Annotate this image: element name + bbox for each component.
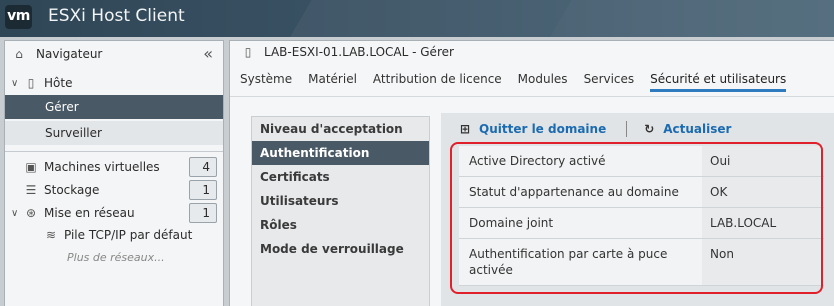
nav-item-label: Pile TCP/IP par défaut: [64, 228, 193, 242]
table-row: Active Directory activé Oui: [459, 146, 824, 177]
nav-item-storage[interactable]: ☰ Stockage 1: [5, 178, 223, 202]
nav-item-label: Stockage: [44, 183, 100, 197]
domain-tree-icon: ⊞: [459, 122, 471, 136]
menu-item-users[interactable]: Utilisateurs: [252, 189, 429, 213]
table-row: Statut d'appartenance au domaine OK: [459, 177, 824, 208]
nav-item-label: Gérer: [45, 100, 79, 114]
vm-icon: ▣: [25, 160, 37, 174]
nav-item-manage[interactable]: Gérer: [5, 95, 223, 119]
menu-item-lockdown-mode[interactable]: Mode de verrouillage: [252, 237, 429, 261]
authentication-content: ⊞ Quitter le domaine ↻ Actualiser Active…: [441, 113, 834, 306]
nav-item-vms[interactable]: ▣ Machines virtuelles 4: [5, 155, 223, 179]
page-title-text: LAB-ESXI-01.LAB.LOCAL - Gérer: [264, 45, 454, 59]
app-title: ESXi Host Client: [48, 6, 185, 26]
leave-domain-button[interactable]: ⊞ Quitter le domaine: [457, 122, 606, 136]
divider: [5, 151, 223, 152]
tab-underline: [230, 96, 834, 97]
tab-security-users[interactable]: Sécurité et utilisateurs: [650, 70, 787, 92]
property-value: Non: [702, 239, 824, 285]
menu-item-roles[interactable]: Rôles: [252, 213, 429, 237]
nav-host[interactable]: ∨ ▯ Hôte: [5, 71, 223, 95]
property-value: LAB.LOCAL: [702, 208, 824, 238]
count-badge: 4: [189, 157, 217, 177]
count-badge: 1: [189, 180, 217, 200]
count-badge: 1: [189, 203, 217, 223]
menu-item-acceptance-level[interactable]: Niveau d'acceptation: [252, 117, 429, 141]
more-networks-link[interactable]: Plus de réseaux...: [5, 245, 223, 269]
nav-item-label: Mise en réseau: [44, 206, 135, 220]
navigator-title: Navigateur: [36, 47, 103, 61]
network-globe-icon: ⊛: [25, 206, 37, 220]
tab-system[interactable]: Système: [240, 70, 292, 92]
host-icon: ▯: [27, 76, 35, 90]
navigator-panel: ⌂ Navigateur « ∨ ▯ Hôte Gérer Surveiller…: [4, 40, 224, 306]
table-row: Domaine joint LAB.LOCAL: [459, 208, 824, 239]
tab-hardware[interactable]: Matériel: [308, 70, 357, 92]
nav-item-networking[interactable]: ∨ ⊛ Mise en réseau 1: [5, 201, 223, 225]
tab-services[interactable]: Services: [584, 70, 635, 92]
nav-item-label: Surveiller: [45, 126, 102, 140]
main-panel: ▯ LAB-ESXI-01.LAB.LOCAL - Gérer Système …: [229, 40, 834, 306]
nav-item-tcpip-stack[interactable]: ≋ Pile TCP/IP par défaut: [5, 223, 223, 247]
header-decoration: [276, 0, 584, 37]
refresh-button[interactable]: ↻ Actualiser: [641, 122, 731, 136]
chevron-down-icon[interactable]: ∨: [11, 208, 23, 219]
toolbar-separator: [626, 121, 628, 137]
more-networks-label: Plus de réseaux...: [67, 250, 165, 264]
tab-bar: Système Matériel Attribution de licence …: [240, 70, 802, 94]
tab-licensing[interactable]: Attribution de licence: [373, 70, 502, 92]
toolbar: ⊞ Quitter le domaine ↻ Actualiser: [457, 119, 731, 139]
property-key: Domaine joint: [459, 208, 702, 238]
nav-item-monitor[interactable]: Surveiller: [5, 121, 223, 145]
property-value: OK: [702, 177, 824, 207]
menu-item-certificates[interactable]: Certificats: [252, 165, 429, 189]
property-value: Oui: [702, 146, 824, 176]
table-row: Authentification par carte à puce activé…: [459, 239, 824, 286]
property-key: Authentification par carte à puce activé…: [459, 239, 702, 285]
chevron-down-icon[interactable]: ∨: [11, 78, 23, 89]
auth-properties-table: Active Directory activé Oui Statut d'app…: [459, 146, 824, 286]
refresh-icon: ↻: [644, 122, 655, 136]
leave-domain-label: Quitter le domaine: [479, 122, 607, 136]
host-icon: ▯: [244, 45, 252, 59]
property-key: Active Directory activé: [459, 146, 702, 176]
layers-icon: ≋: [45, 228, 57, 242]
property-key: Statut d'appartenance au domaine: [459, 177, 702, 207]
header-decoration: [536, 0, 834, 37]
home-icon: ⌂: [15, 47, 23, 61]
collapse-navigator-icon[interactable]: «: [203, 44, 213, 63]
refresh-label: Actualiser: [663, 122, 732, 136]
database-icon: ☰: [25, 183, 37, 197]
vm-logo[interactable]: vm: [5, 5, 32, 29]
top-bar: vm ESXi Host Client: [0, 0, 834, 37]
navigator-header: ⌂ Navigateur: [5, 41, 223, 67]
security-menu: Niveau d'acceptation Authentification Ce…: [251, 116, 430, 306]
nav-item-label: Machines virtuelles: [44, 160, 160, 174]
nav-host-label: Hôte: [44, 76, 73, 90]
menu-item-authentication[interactable]: Authentification: [252, 141, 429, 165]
tab-packages[interactable]: Modules: [518, 70, 568, 92]
page-title: ▯ LAB-ESXI-01.LAB.LOCAL - Gérer: [240, 45, 454, 59]
